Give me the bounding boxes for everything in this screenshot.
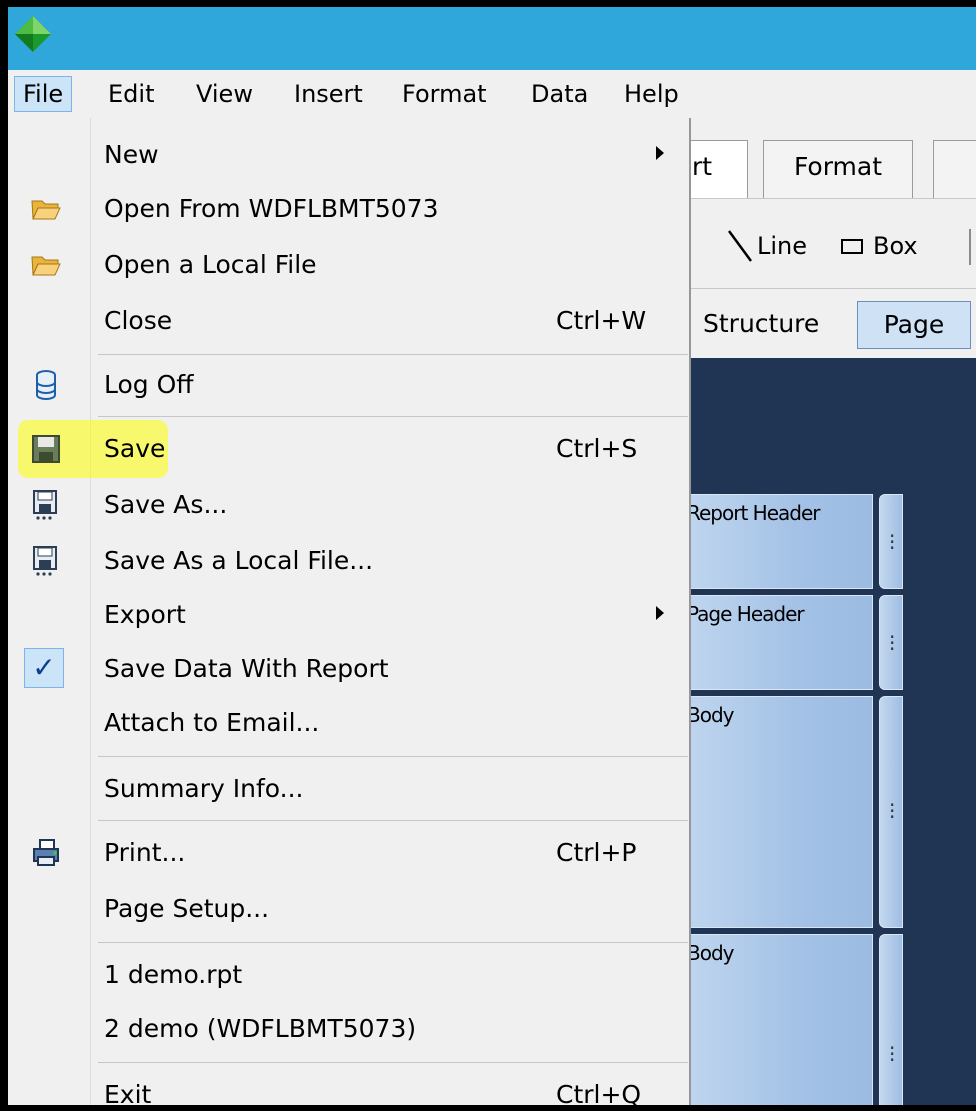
menu-item-export[interactable]: Export <box>8 588 689 642</box>
save-disk-icon <box>32 435 60 463</box>
menu-item-save-data-with-report[interactable]: ✓ Save Data With Report <box>8 642 689 696</box>
menu-item-open-local[interactable]: Open a Local File <box>8 238 689 292</box>
menu-item-summary-info[interactable]: Summary Info... <box>8 762 689 816</box>
menu-data[interactable]: Data <box>523 76 596 112</box>
section-grip[interactable]: · · · <box>879 934 903 1105</box>
menu-edit[interactable]: Edit <box>100 76 162 112</box>
menu-item-attach-email[interactable]: Attach to Email... <box>8 696 689 750</box>
menu-item-label: Export <box>104 600 186 629</box>
menu-item-label: Open a Local File <box>104 250 317 279</box>
menu-help[interactable]: Help <box>616 76 687 112</box>
menu-item-save-as[interactable]: Save As... <box>8 478 689 532</box>
menu-item-save-as-local[interactable]: Save As a Local File... <box>8 534 689 588</box>
tab-format[interactable]: Format <box>763 140 913 198</box>
section-report-header[interactable]: Report Header <box>683 494 873 589</box>
menu-separator <box>98 942 688 943</box>
menu-item-label: Exit <box>104 1080 152 1109</box>
menu-item-open-from-server[interactable]: Open From WDFLBMT5073 <box>8 182 689 236</box>
menu-item-label: Save As... <box>104 490 228 519</box>
section-label: Body <box>687 703 734 727</box>
title-bar <box>8 7 976 70</box>
insert-toolbar: Line Box <box>683 198 976 289</box>
menu-item-label: 2 demo (WDFLBMT5073) <box>104 1014 417 1043</box>
menu-separator <box>98 354 688 355</box>
menu-item-recent-file[interactable]: 2 demo (WDFLBMT5073) <box>8 1002 689 1056</box>
box-tool-button[interactable]: Box <box>873 229 918 263</box>
save-as-icon <box>33 546 57 576</box>
grip-dots-icon: · · · <box>889 793 896 829</box>
menu-item-log-off[interactable]: Log Off <box>8 358 689 412</box>
line-tool-button[interactable]: Line <box>757 229 807 263</box>
shortcut-label: Ctrl+Q <box>556 1080 642 1109</box>
menu-item-label: Log Off <box>104 370 194 399</box>
menu-item-label: Page Setup... <box>104 894 270 923</box>
view-toggle-row: Structure Page <box>683 288 976 359</box>
grip-dots-icon: · · · <box>889 625 896 661</box>
menu-item-label: 1 demo.rpt <box>104 960 243 989</box>
section-grip[interactable]: · · · <box>879 696 903 928</box>
line-tool-icon <box>727 230 753 262</box>
menu-bar: File Edit View Insert Format Data Help <box>8 70 976 119</box>
menu-item-label: New <box>104 140 159 169</box>
toolbar-divider <box>969 229 971 265</box>
page-view-button[interactable]: Page <box>857 301 971 349</box>
database-icon <box>36 370 56 400</box>
menu-item-label: Attach to Email... <box>104 708 320 737</box>
menu-item-recent-file[interactable]: 1 demo.rpt <box>8 948 689 1002</box>
menu-item-label: Open From WDFLBMT5073 <box>104 194 439 223</box>
section-grip[interactable]: · · · <box>879 494 903 589</box>
menu-file[interactable]: File <box>14 76 73 112</box>
section-label: Report Header <box>687 501 820 525</box>
folder-open-icon <box>31 200 61 220</box>
section-body[interactable]: Body <box>683 696 873 928</box>
app-window: File Edit View Insert Format Data Help r… <box>0 0 976 1111</box>
section-grip[interactable]: · · · <box>879 595 903 690</box>
printer-icon <box>33 839 59 866</box>
menu-item-label: Close <box>104 306 173 335</box>
tab-strip: rt Format <box>673 118 976 198</box>
folder-open-icon <box>31 256 61 276</box>
menu-separator <box>98 1062 688 1063</box>
shortcut-label: Ctrl+W <box>556 306 647 335</box>
menu-separator <box>98 756 688 757</box>
submenu-arrow-icon <box>656 146 664 160</box>
menu-view[interactable]: View <box>188 76 261 112</box>
menu-item-new[interactable]: New <box>8 128 689 182</box>
file-menu-dropdown: New Open From WDFLBMT5073 Open a Local F… <box>8 118 691 1109</box>
menu-item-exit[interactable]: Exit Ctrl+Q <box>8 1068 689 1109</box>
section-body[interactable]: Body <box>683 934 873 1105</box>
menu-item-label: Print... <box>104 838 186 867</box>
menu-item-close[interactable]: Close Ctrl+W <box>8 294 689 348</box>
tab-next[interactable] <box>933 140 976 198</box>
grip-dots-icon: · · · <box>889 524 896 560</box>
shortcut-label: Ctrl+S <box>556 434 638 463</box>
structure-view-button[interactable]: Structure <box>689 301 833 349</box>
section-label: Page Header <box>687 602 805 626</box>
menu-item-label: Save <box>104 434 166 463</box>
checkmark-icon: ✓ <box>24 648 64 688</box>
submenu-arrow-icon <box>656 606 664 620</box>
shortcut-label: Ctrl+P <box>556 838 637 867</box>
menu-item-page-setup[interactable]: Page Setup... <box>8 882 689 936</box>
app-logo-icon <box>15 16 51 52</box>
menu-separator <box>98 416 688 417</box>
menu-insert[interactable]: Insert <box>286 76 371 112</box>
menu-format[interactable]: Format <box>394 76 495 112</box>
menu-item-label: Save As a Local File... <box>104 546 374 575</box>
box-tool-icon <box>841 239 863 254</box>
menu-item-save[interactable]: Save Ctrl+S <box>8 420 689 478</box>
section-label: Body <box>687 941 734 965</box>
menu-item-print[interactable]: Print... Ctrl+P <box>8 826 689 880</box>
menu-item-label: Summary Info... <box>104 774 304 803</box>
grip-dots-icon: · · · <box>889 1036 896 1072</box>
menu-separator <box>98 820 688 821</box>
save-as-icon <box>33 490 57 520</box>
report-canvas: Report Header · · · Page Header · · · Body ·… <box>683 358 976 1105</box>
menu-item-label: Save Data With Report <box>104 654 389 683</box>
section-page-header[interactable]: Page Header <box>683 595 873 690</box>
